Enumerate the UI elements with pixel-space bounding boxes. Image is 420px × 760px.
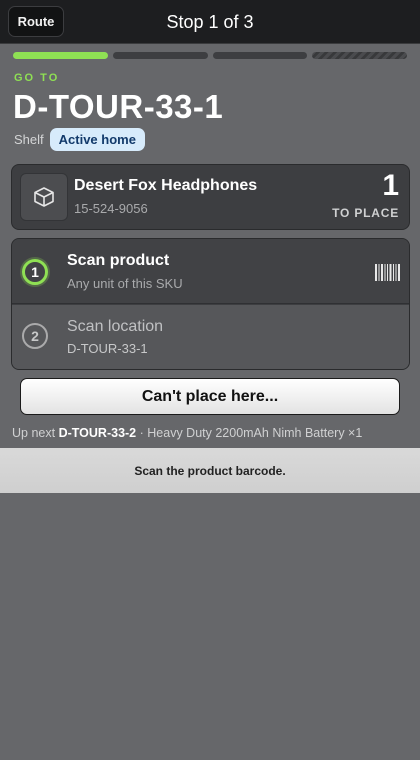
step-number: 2 — [22, 323, 48, 349]
step-title: Scan location — [67, 318, 164, 335]
step-title: Scan product — [67, 252, 170, 269]
barcode-icon — [375, 264, 401, 286]
step-number: 1 — [22, 259, 48, 285]
product-name: Desert Fox Headphones — [74, 177, 258, 194]
page-title: Stop 1 of 3 — [166, 11, 254, 32]
quantity-value: 1 — [382, 169, 399, 202]
up-next-prefix: Up next — [12, 426, 56, 440]
step-scan-product[interactable]: 1 Scan product Any unit of this SKU — [12, 239, 409, 304]
hint-text: Scan the product barcode. — [134, 463, 286, 478]
shelf-row: Shelf Active home — [14, 128, 145, 151]
progress-segment-2 — [112, 52, 208, 59]
product-card: Desert Fox Headphones 15-524-9056 1 TO P… — [11, 164, 410, 230]
product-sku: 15-524-9056 — [74, 201, 148, 216]
box-icon — [20, 173, 68, 221]
status-badge: Active home — [49, 128, 145, 151]
top-bar: Route Stop 1 of 3 — [0, 0, 420, 44]
step-subtitle: D-TOUR-33-1 — [67, 341, 148, 356]
quantity-label: TO PLACE — [332, 206, 399, 220]
stop-progress-bar — [13, 52, 407, 59]
hint-bar: Scan the product barcode. — [0, 448, 420, 493]
step-scan-location[interactable]: 2 Scan location D-TOUR-33-1 — [12, 305, 409, 369]
up-next-details: · Heavy Duty 2200mAh Nimh Battery ×1 — [139, 426, 363, 440]
progress-segment-1 — [13, 52, 108, 59]
progress-segment-4 — [312, 52, 407, 59]
steps-card: 1 Scan product Any unit of this SKU 2 Sc… — [11, 238, 410, 370]
step-subtitle: Any unit of this SKU — [67, 276, 183, 291]
shelf-label: Shelf — [14, 132, 44, 147]
cant-place-button[interactable]: Can't place here... — [20, 378, 400, 415]
destination-location: D-TOUR-33-1 — [13, 88, 224, 125]
progress-segment-3 — [212, 52, 308, 59]
up-next-location: D-TOUR-33-2 — [58, 426, 137, 440]
go-to-label: GO TO — [14, 72, 60, 84]
up-next: Up next D-TOUR-33-2 · Heavy Duty 2200mAh… — [12, 426, 362, 440]
